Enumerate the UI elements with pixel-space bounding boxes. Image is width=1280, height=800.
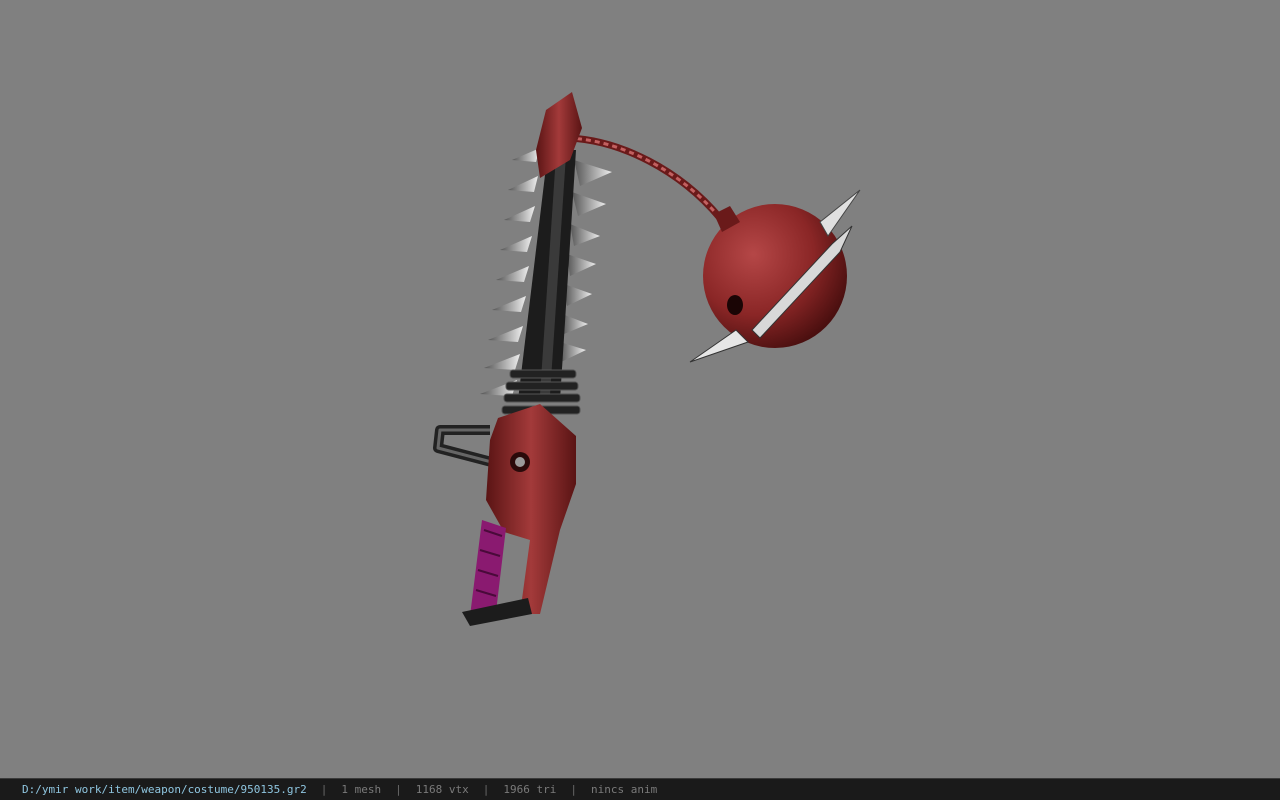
triangle-count: 1966 tri (503, 783, 557, 796)
separator: | (482, 783, 490, 796)
vertex-count: 1168 vtx (415, 783, 469, 796)
separator: | (570, 783, 577, 796)
separator: | (395, 783, 402, 796)
mesh-count: 1 mesh (341, 783, 382, 796)
status-bar: D:/ymir work/item/weapon/costume/950135.… (0, 778, 1280, 800)
animation-status: nincs anim (591, 783, 658, 796)
weapon-model-render (433, 92, 861, 626)
3d-viewport[interactable] (0, 0, 1280, 778)
model-file-path: D:/ymir work/item/weapon/costume/950135.… (22, 783, 307, 796)
separator: | (320, 783, 328, 796)
